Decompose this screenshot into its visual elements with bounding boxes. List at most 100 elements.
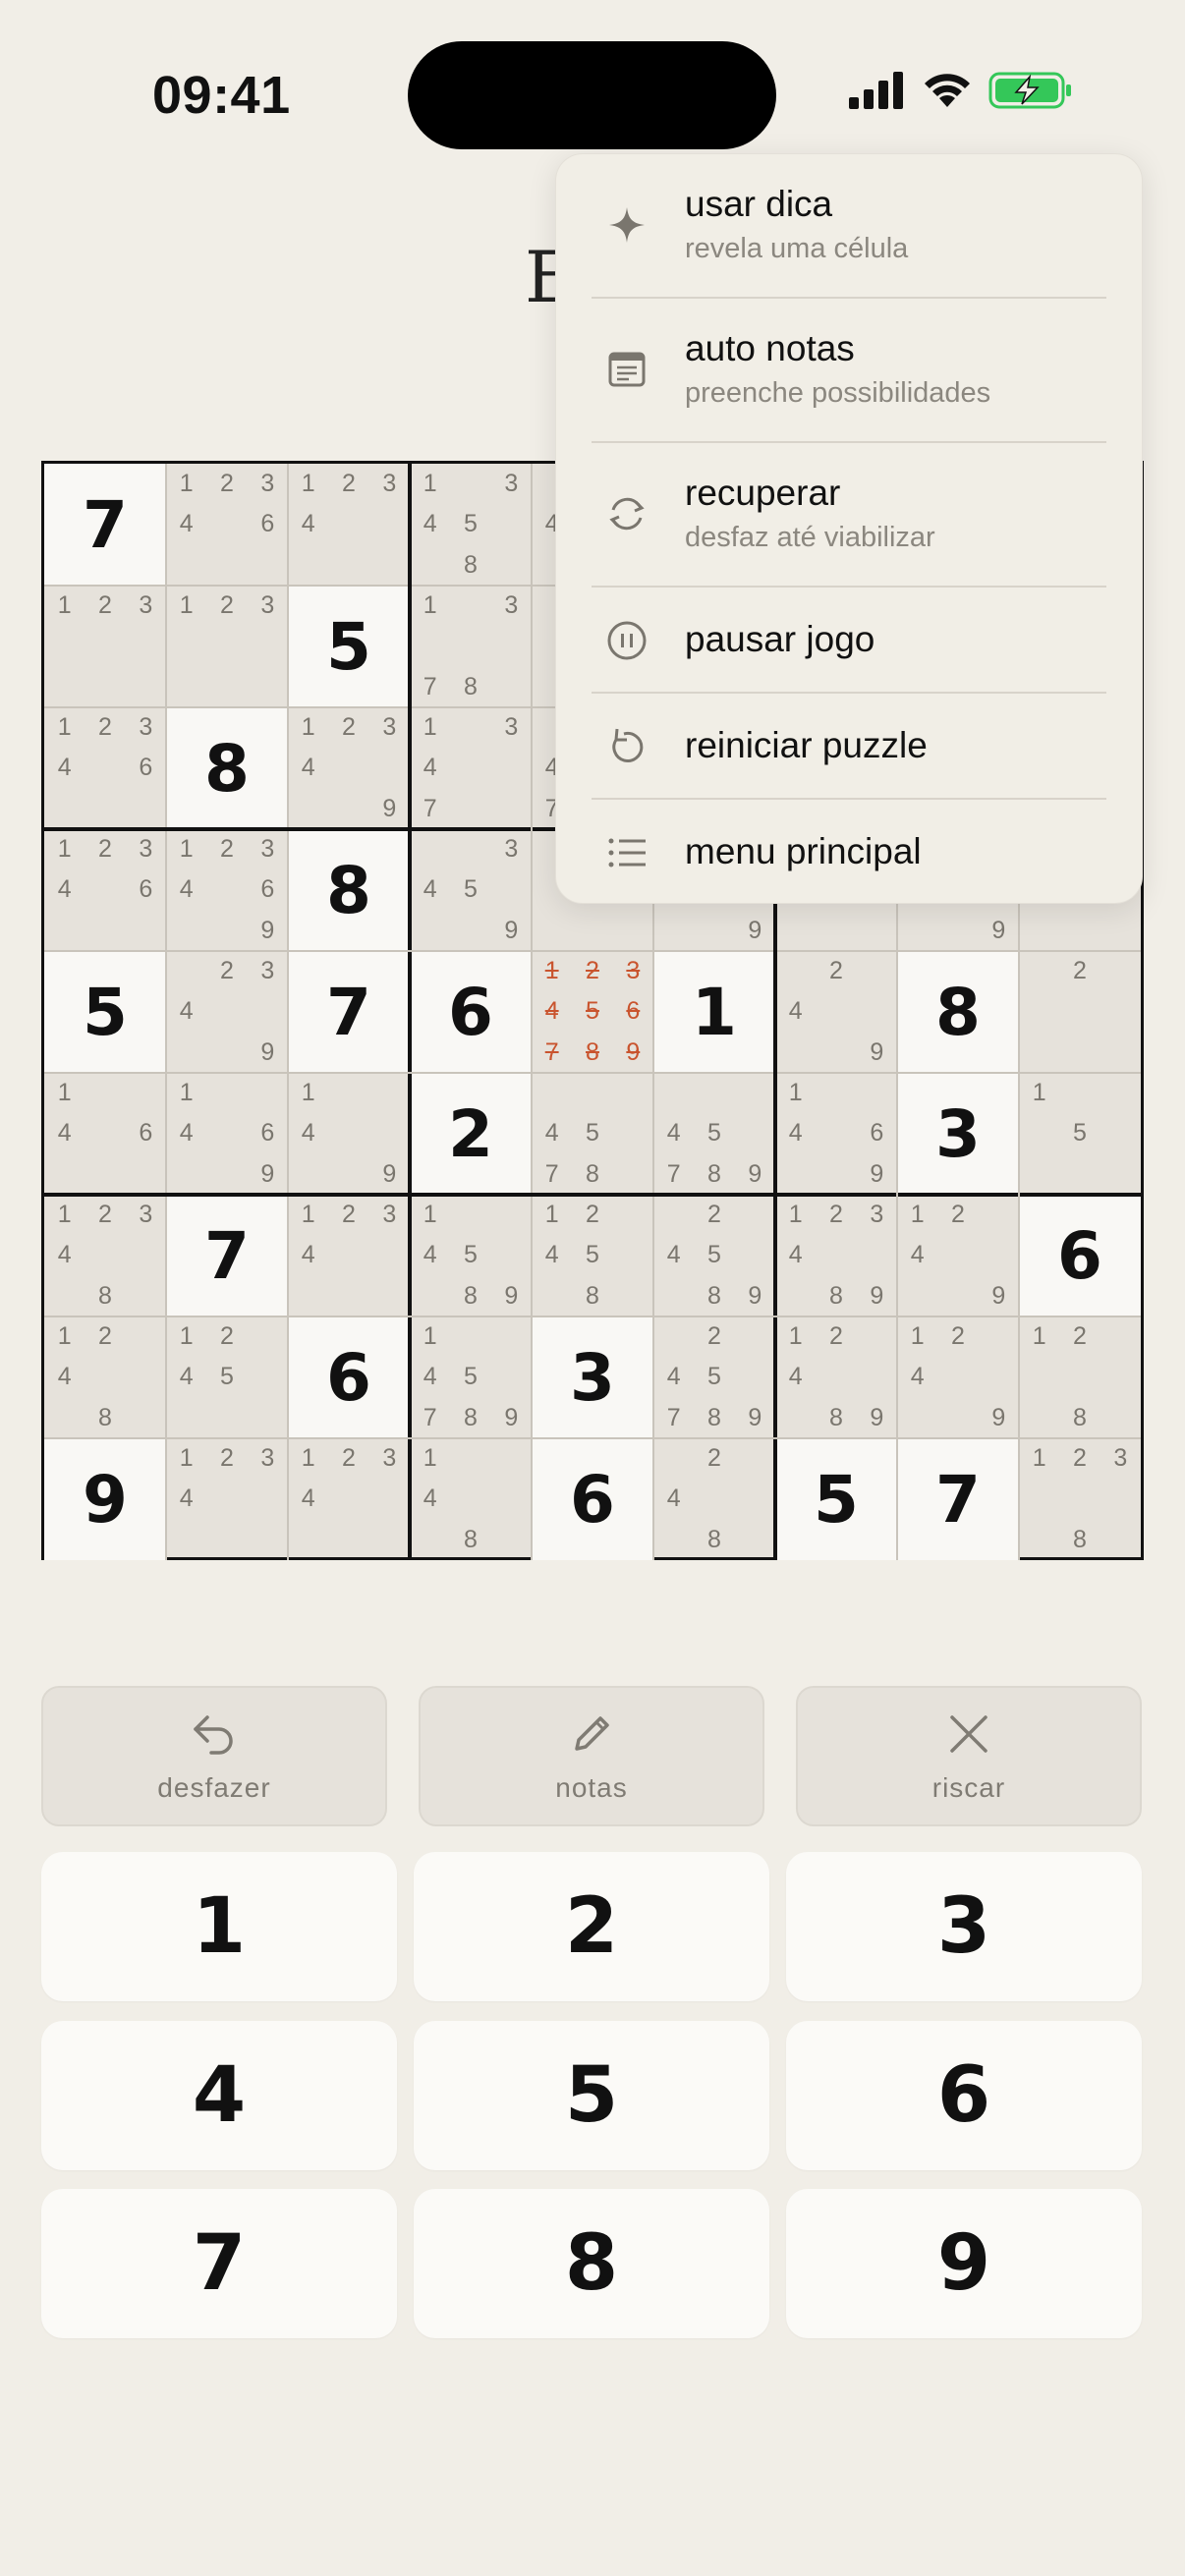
sudoku-cell[interactable]: 2	[410, 1073, 532, 1195]
sudoku-cell[interactable]: 123 4 6 9	[166, 829, 288, 951]
cell-note: 2	[1073, 1444, 1087, 1473]
sudoku-cell[interactable]: 5	[288, 586, 410, 707]
cell-note: 3	[260, 957, 275, 985]
sudoku-cell[interactable]: 123	[166, 586, 288, 707]
undo-button[interactable]: desfazer	[41, 1686, 387, 1826]
sudoku-cell[interactable]: 7	[288, 951, 410, 1073]
key-4[interactable]: 4	[41, 2021, 397, 2170]
sudoku-cell[interactable]: 123 8	[1019, 1438, 1141, 1560]
key-2[interactable]: 2	[414, 1852, 769, 2001]
sudoku-cell[interactable]: 123 4	[288, 1438, 410, 1560]
menu-item-restart[interactable]: reiniciar puzzle	[556, 694, 1142, 799]
sudoku-cell[interactable]: 124 9	[897, 1195, 1019, 1316]
sudoku-cell[interactable]: 9	[44, 1438, 166, 1560]
grid-line	[44, 950, 1141, 952]
menu-item-main-menu[interactable]: menu principal	[556, 800, 1142, 905]
battery-charging-icon	[988, 72, 1071, 109]
menu-item-hint[interactable]: usar dica revela uma célula	[556, 154, 1142, 299]
sudoku-cell[interactable]: 1248	[44, 1316, 166, 1438]
sudoku-cell[interactable]: 23 4 9	[166, 951, 288, 1073]
sudoku-cell[interactable]: 8	[166, 707, 288, 829]
sudoku-cell[interactable]: 123 4 6	[44, 829, 166, 951]
sudoku-cell[interactable]: 1 4 9	[288, 1073, 410, 1195]
sudoku-cell[interactable]: 12489	[775, 1316, 897, 1438]
cell-note: 2	[98, 591, 112, 620]
sudoku-cell[interactable]: 8	[288, 829, 410, 951]
cell-note: 4	[179, 1119, 194, 1148]
sudoku-cell[interactable]: 2	[1019, 951, 1141, 1073]
grid-line	[165, 464, 167, 1560]
key-1[interactable]: 1	[41, 1852, 397, 2001]
sudoku-cell[interactable]: 6	[288, 1316, 410, 1438]
menu-item-auto-notes[interactable]: auto notas preenche possibilidades	[556, 299, 1142, 443]
cell-note: 4	[179, 1484, 194, 1513]
menu-item-pause[interactable]: pausar jogo	[556, 588, 1142, 693]
sudoku-cell[interactable]: 3 459	[410, 829, 532, 951]
cell-note: 3	[139, 713, 153, 742]
key-5[interactable]: 5	[414, 2021, 769, 2170]
sudoku-cell[interactable]: 24 9	[775, 951, 897, 1073]
sudoku-cell[interactable]: 123 456 789	[532, 951, 653, 1073]
sudoku-cell[interactable]: 45789	[653, 1073, 775, 1195]
sudoku-cell[interactable]: 123	[44, 586, 166, 707]
cell-note: 6	[139, 875, 153, 904]
sudoku-cell[interactable]: 1 3 78	[410, 586, 532, 707]
sudoku-cell[interactable]: 7	[166, 1195, 288, 1316]
sudoku-cell[interactable]: 3	[897, 1073, 1019, 1195]
strike-button[interactable]: riscar	[796, 1686, 1142, 1826]
key-6[interactable]: 6	[786, 2021, 1142, 2170]
cell-digit: 6	[1057, 1217, 1102, 1294]
cell-note: 4	[301, 1241, 315, 1269]
sudoku-cell[interactable]: 123 4	[166, 1438, 288, 1560]
sudoku-cell[interactable]: 1 4 6	[44, 1073, 166, 1195]
cell-note: 9	[382, 1159, 397, 1188]
sudoku-cell[interactable]: 1 45 89	[410, 1195, 532, 1316]
menu-item-title: auto notas	[685, 328, 855, 368]
sudoku-cell[interactable]: 1	[653, 951, 775, 1073]
sudoku-cell[interactable]: 1 45789	[410, 1316, 532, 1438]
key-3[interactable]: 3	[786, 1852, 1142, 2001]
sudoku-cell[interactable]: 248	[653, 1438, 775, 1560]
sudoku-cell[interactable]: 5	[44, 951, 166, 1073]
cell-note: 4	[544, 1119, 559, 1148]
sudoku-cell[interactable]: 6	[532, 1438, 653, 1560]
sudoku-cell[interactable]: 1 4 6 9	[166, 1073, 288, 1195]
sudoku-cell[interactable]: 3	[532, 1316, 653, 1438]
notes-button[interactable]: notas	[419, 1686, 764, 1826]
sudoku-cell[interactable]: 7	[44, 464, 166, 586]
sudoku-cell[interactable]: 15	[1019, 1073, 1141, 1195]
sudoku-cell[interactable]: 1 48	[410, 1438, 532, 1560]
sudoku-cell[interactable]: 245789	[653, 1316, 775, 1438]
cell-note: 8	[829, 1403, 843, 1431]
sudoku-cell[interactable]: 123 4	[288, 1195, 410, 1316]
sudoku-cell[interactable]: 12 8	[1019, 1316, 1141, 1438]
cell-note: 1	[423, 713, 437, 742]
sudoku-cell[interactable]: 6	[1019, 1195, 1141, 1316]
sudoku-cell[interactable]: 1245 8	[532, 1195, 653, 1316]
sudoku-cell[interactable]: 1245	[166, 1316, 288, 1438]
cell-note: 3	[382, 713, 397, 742]
sudoku-cell[interactable]: 6	[410, 951, 532, 1073]
sudoku-cell[interactable]: 5	[775, 1438, 897, 1560]
sudoku-cell[interactable]: 123 48	[44, 1195, 166, 1316]
menu-item-recover[interactable]: recuperar desfaz até viabilizar	[556, 443, 1142, 588]
grid-line	[287, 464, 289, 1560]
sudoku-cell[interactable]: 245 89	[653, 1195, 775, 1316]
sudoku-cell[interactable]: 123 489	[775, 1195, 897, 1316]
sudoku-cell[interactable]: 123 4 9	[288, 707, 410, 829]
sudoku-cell[interactable]: 1 4 6 9	[775, 1073, 897, 1195]
key-7[interactable]: 7	[41, 2189, 397, 2338]
sudoku-cell[interactable]: 123 4 6	[44, 707, 166, 829]
key-9[interactable]: 9	[786, 2189, 1142, 2338]
sudoku-cell[interactable]: 4578	[532, 1073, 653, 1195]
sudoku-cell[interactable]: 1 3 45 8	[410, 464, 532, 586]
key-8[interactable]: 8	[414, 2189, 769, 2338]
sudoku-cell[interactable]: 7	[897, 1438, 1019, 1560]
sudoku-cell[interactable]: 123 4 6	[166, 464, 288, 586]
sudoku-cell[interactable]: 124 9	[897, 1316, 1019, 1438]
cell-note: 8	[586, 1159, 599, 1188]
sudoku-cell[interactable]: 8	[897, 951, 1019, 1073]
cell-note: 4	[57, 1241, 72, 1269]
sudoku-cell[interactable]: 1 3 4 7	[410, 707, 532, 829]
sudoku-cell[interactable]: 123 4	[288, 464, 410, 586]
